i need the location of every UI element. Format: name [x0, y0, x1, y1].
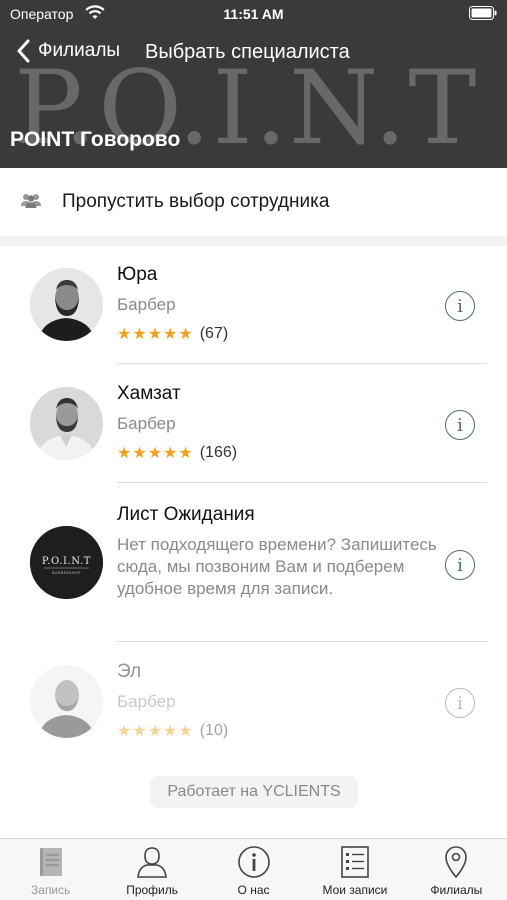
rating: ★★★★★ (67) [117, 324, 228, 343]
nav-bar: Филиалы Выбрать специалиста [0, 34, 507, 70]
avatar [30, 268, 103, 341]
avatar-photo [30, 387, 103, 460]
staff-role: Барбер [117, 295, 176, 314]
avatar: P.O.I.N.T BARBERSHOP [30, 526, 103, 599]
info-icon: i [457, 692, 463, 714]
logo-text: P.O.I.N.T [42, 556, 91, 567]
skip-label: Пропустить выбор сотрудника [62, 191, 330, 212]
waiting-list-description: Нет подходящего времени? Запишитесь сюда… [117, 535, 437, 598]
skip-staff-selection-button[interactable]: Пропустить выбор сотрудника [0, 168, 507, 236]
point-logo: P.O.I.N.T BARBERSHOP [30, 526, 103, 599]
info-button[interactable]: i [445, 550, 475, 580]
tab-label: Филиалы [430, 883, 483, 897]
profile-icon [137, 847, 167, 878]
staff-name: Эл [117, 661, 142, 682]
staff-row-yura[interactable]: Юра Барбер ★★★★★ (67) i [0, 246, 507, 364]
tab-label: О нас [237, 883, 270, 897]
staff-name: Юра [117, 264, 158, 285]
info-icon: i [457, 554, 463, 576]
staff-row-el[interactable]: Эл Барбер ★★★★★ (10) i [0, 643, 507, 761]
back-label: Филиалы [38, 40, 121, 61]
staff-row-waiting-list[interactable]: P.O.I.N.T BARBERSHOP Лист Ожидания Нет п… [0, 484, 507, 642]
staff-name: Хамзат [117, 383, 181, 404]
tab-my-bookings[interactable]: Мои записи [304, 839, 405, 900]
avatar-photo [30, 268, 103, 341]
tab-label: Запись [31, 883, 71, 897]
info-button[interactable]: i [445, 291, 475, 321]
rating-count: (166) [199, 443, 238, 461]
info-icon [237, 846, 270, 878]
row-divider [117, 482, 487, 483]
row-divider [117, 363, 487, 364]
page-title: Выбрать специалиста [145, 41, 350, 63]
rating-count: (10) [199, 721, 229, 739]
info-icon: i [457, 295, 463, 317]
logo-subtext: BARBERSHOP [52, 571, 81, 575]
avatar [30, 665, 103, 738]
branch-title: POINT Говорово [10, 128, 181, 151]
info-icon: i [457, 414, 463, 436]
rating: ★★★★★ (166) [117, 443, 237, 462]
row-divider [117, 641, 487, 642]
status-bar: Оператор 11:51 AM [0, 0, 507, 28]
staff-name: Лист Ожидания [117, 504, 255, 525]
stars-icon: ★★★★★ [117, 324, 194, 343]
tab-label: Мои записи [322, 883, 388, 897]
chevron-left-icon [17, 39, 30, 63]
avatar [30, 387, 103, 460]
staff-role: Барбер [117, 414, 176, 433]
header: P.O.I.N.T Оператор 11:51 AM Филиалы Выбр… [0, 0, 507, 168]
avatar-photo [30, 665, 103, 738]
rating: ★★★★★ (10) [117, 721, 228, 740]
powered-by-badge[interactable]: Работает на YCLIENTS [150, 776, 358, 808]
rating-count: (67) [199, 324, 229, 342]
tab-booking[interactable]: Запись [0, 839, 101, 900]
list-icon [341, 846, 369, 878]
tab-branches[interactable]: Филиалы [406, 839, 507, 900]
tab-label: Профиль [126, 883, 179, 897]
map-pin-icon [445, 846, 468, 879]
status-time: 11:51 AM [223, 6, 284, 22]
tab-about[interactable]: О нас [203, 839, 304, 900]
battery-icon [469, 6, 497, 20]
staff-row-hamzat[interactable]: Хамзат Барбер ★★★★★ (166) i [0, 365, 507, 483]
info-button[interactable]: i [445, 410, 475, 440]
tab-bar: Запись Профиль О нас Мои записи Филиалы [0, 838, 507, 900]
people-icon [21, 194, 41, 208]
stars-icon: ★★★★★ [117, 443, 194, 462]
tab-profile[interactable]: Профиль [101, 839, 202, 900]
book-icon [39, 848, 62, 876]
stars-icon: ★★★★★ [117, 721, 194, 740]
info-button[interactable]: i [445, 688, 475, 718]
back-button[interactable]: Филиалы [16, 36, 120, 66]
section-divider [0, 236, 507, 246]
staff-role: Барбер [117, 692, 176, 711]
